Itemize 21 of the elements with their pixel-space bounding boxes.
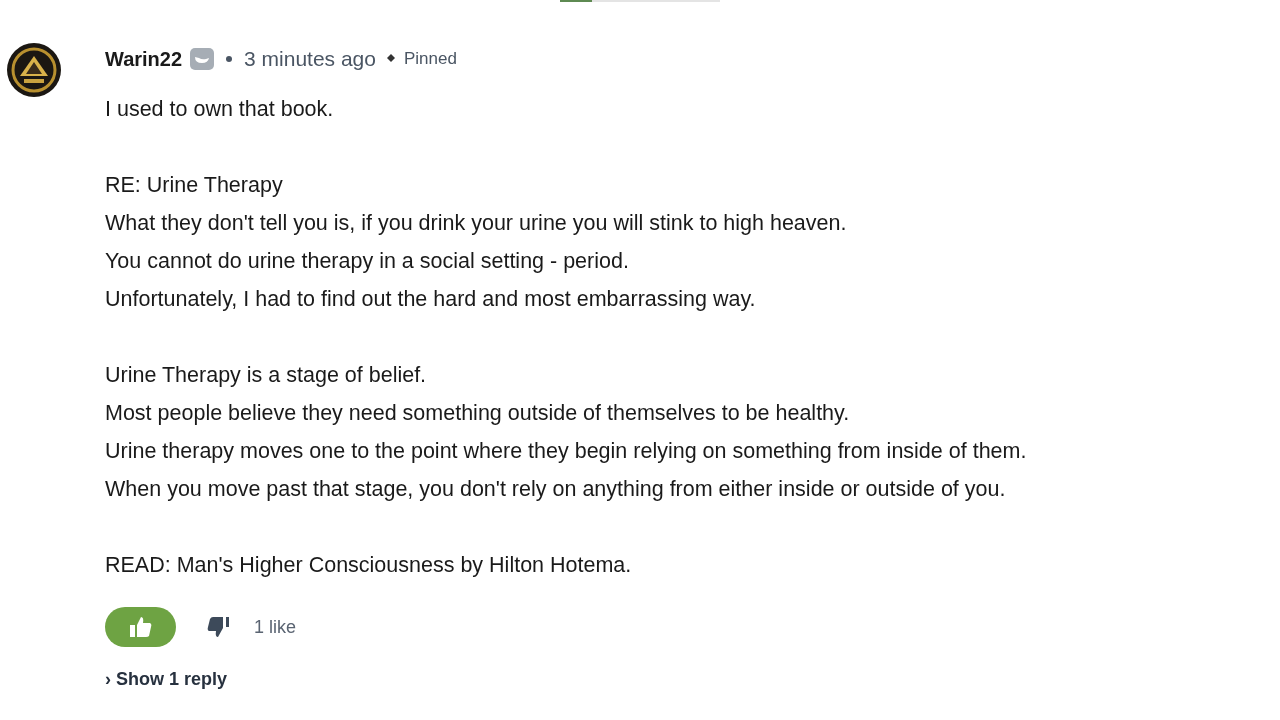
comment-text-line: Urine therapy moves one to the point where they begin relying on something from inside of them.: [105, 438, 1027, 465]
comment-text-line: READ: Man's Higher Consciousness by Hilton Hotema.: [105, 552, 633, 579]
author-name[interactable]: Warin22: [105, 47, 183, 71]
dislike-button[interactable]: [206, 616, 230, 638]
comment-text-line: I used to own that book.: [105, 96, 335, 123]
like-count: 1 like: [254, 616, 297, 638]
dot-separator-icon: [226, 56, 233, 62]
thumbs-down-icon: [206, 616, 230, 638]
comment-text-line: What they don't tell you is, if you drink your urine you will stink to high heaven.: [105, 210, 848, 237]
thumbs-up-icon: [128, 616, 153, 638]
comment-text-line: Unfortunately, I had to find out the hard and most embarrassing way.: [105, 286, 757, 313]
pinned-label: Pinned: [404, 49, 457, 69]
comment-text-line: You cannot do urine therapy in a social setting - period.: [105, 248, 630, 275]
comment-text-line: RE: Urine Therapy: [105, 172, 284, 199]
like-button[interactable]: [105, 607, 176, 647]
comment-text-line: Urine Therapy is a stage of belief.: [105, 362, 428, 389]
show-replies-link[interactable]: › Show 1 reply: [105, 669, 1027, 690]
avatar-icon: [6, 42, 62, 98]
comment-timestamp: 3 minutes ago: [244, 47, 376, 71]
comment-text-line: When you move past that stage, you don't rely on anything from either inside or outside of you.: [105, 476, 1007, 503]
comment-text-line: Most people believe they need something outside of themselves to be healthy.: [105, 400, 851, 427]
